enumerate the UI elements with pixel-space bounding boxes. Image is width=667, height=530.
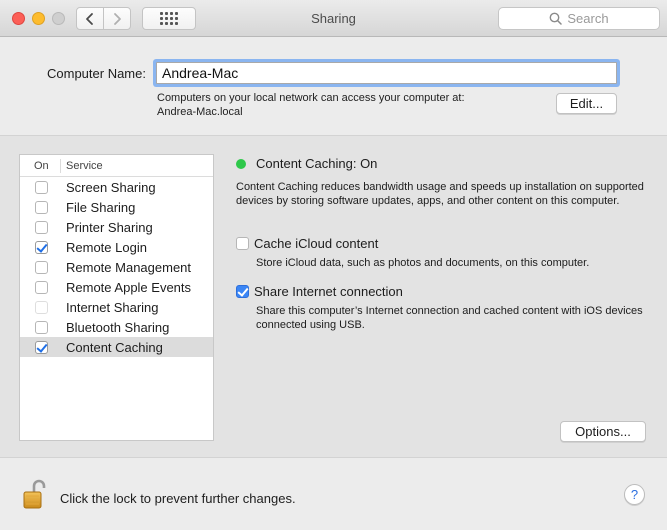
service-row-bluetooth-sharing[interactable]: Bluetooth Sharing <box>20 317 213 337</box>
edit-button[interactable]: Edit... <box>556 93 617 114</box>
computer-name-help-line1: Computers on your local network can acce… <box>157 92 465 104</box>
bluetooth-sharing-checkbox[interactable] <box>35 320 48 334</box>
remote-apple-events-checkbox[interactable] <box>35 280 48 294</box>
search-field[interactable]: Search <box>498 7 660 30</box>
column-header-service[interactable]: Service <box>61 160 103 172</box>
service-label: File Sharing <box>66 199 136 215</box>
service-row-remote-login[interactable]: Remote Login <box>20 237 213 257</box>
service-label: Remote Management <box>66 259 192 275</box>
service-row-remote-apple-events[interactable]: Remote Apple Events <box>20 277 213 297</box>
service-label: Screen Sharing <box>66 179 156 195</box>
options-button[interactable]: Options... <box>560 421 646 442</box>
screen-sharing-checkbox[interactable] <box>35 180 48 194</box>
service-row-screen-sharing[interactable]: Screen Sharing <box>20 177 213 197</box>
cache-icloud-checkbox[interactable] <box>236 237 249 250</box>
service-row-remote-management[interactable]: Remote Management <box>20 257 213 277</box>
cache-icloud-option[interactable]: Cache iCloud content <box>236 236 378 251</box>
help-button[interactable]: ? <box>624 484 645 505</box>
service-row-internet-sharing[interactable]: Internet Sharing <box>20 297 213 317</box>
computer-name-help: Computers on your local network can acce… <box>157 91 465 119</box>
share-internet-label: Share Internet connection <box>254 284 403 299</box>
share-internet-option[interactable]: Share Internet connection <box>236 284 403 299</box>
search-icon <box>549 12 563 25</box>
remote-login-checkbox[interactable] <box>35 240 48 254</box>
content-caching-checkbox[interactable] <box>35 340 48 354</box>
service-label: Internet Sharing <box>66 299 159 315</box>
computer-name-input[interactable] <box>156 62 617 84</box>
share-internet-checkbox[interactable] <box>236 285 249 298</box>
lock-button[interactable] <box>22 478 48 513</box>
cache-icloud-description: Store iCloud data, such as photos and do… <box>256 257 590 269</box>
cache-icloud-label: Cache iCloud content <box>254 236 379 251</box>
service-row-printer-sharing[interactable]: Printer Sharing <box>20 217 213 237</box>
internet-sharing-checkbox[interactable] <box>35 300 48 314</box>
footer-divider <box>0 457 667 458</box>
service-label: Remote Login <box>66 239 147 255</box>
service-status: Content Caching: On <box>256 156 378 171</box>
computer-name-label: Computer Name: <box>47 66 146 81</box>
service-row-content-caching[interactable]: Content Caching <box>20 337 213 357</box>
local-hostname: Andrea-Mac.local <box>157 106 243 118</box>
service-label: Bluetooth Sharing <box>66 319 170 335</box>
service-list: On Service Screen Sharing File Sharing P… <box>19 154 214 441</box>
service-list-header: On Service <box>20 155 213 177</box>
search-placeholder: Search <box>567 11 609 26</box>
file-sharing-checkbox[interactable] <box>35 200 48 214</box>
lock-message: Click the lock to prevent further change… <box>60 491 296 506</box>
service-row-file-sharing[interactable]: File Sharing <box>20 197 213 217</box>
service-description: Content Caching reduces bandwidth usage … <box>236 181 644 207</box>
column-header-on[interactable]: On <box>20 158 61 173</box>
service-label: Printer Sharing <box>66 219 153 235</box>
title-bar: Sharing Search <box>0 0 667 37</box>
unlocked-padlock-icon <box>23 479 46 509</box>
status-indicator-icon <box>236 159 246 169</box>
remote-management-checkbox[interactable] <box>35 260 48 274</box>
service-label: Remote Apple Events <box>66 279 192 295</box>
printer-sharing-checkbox[interactable] <box>35 220 48 234</box>
share-internet-description: Share this computer’s Internet connectio… <box>256 305 643 331</box>
service-label: Content Caching <box>66 339 163 355</box>
